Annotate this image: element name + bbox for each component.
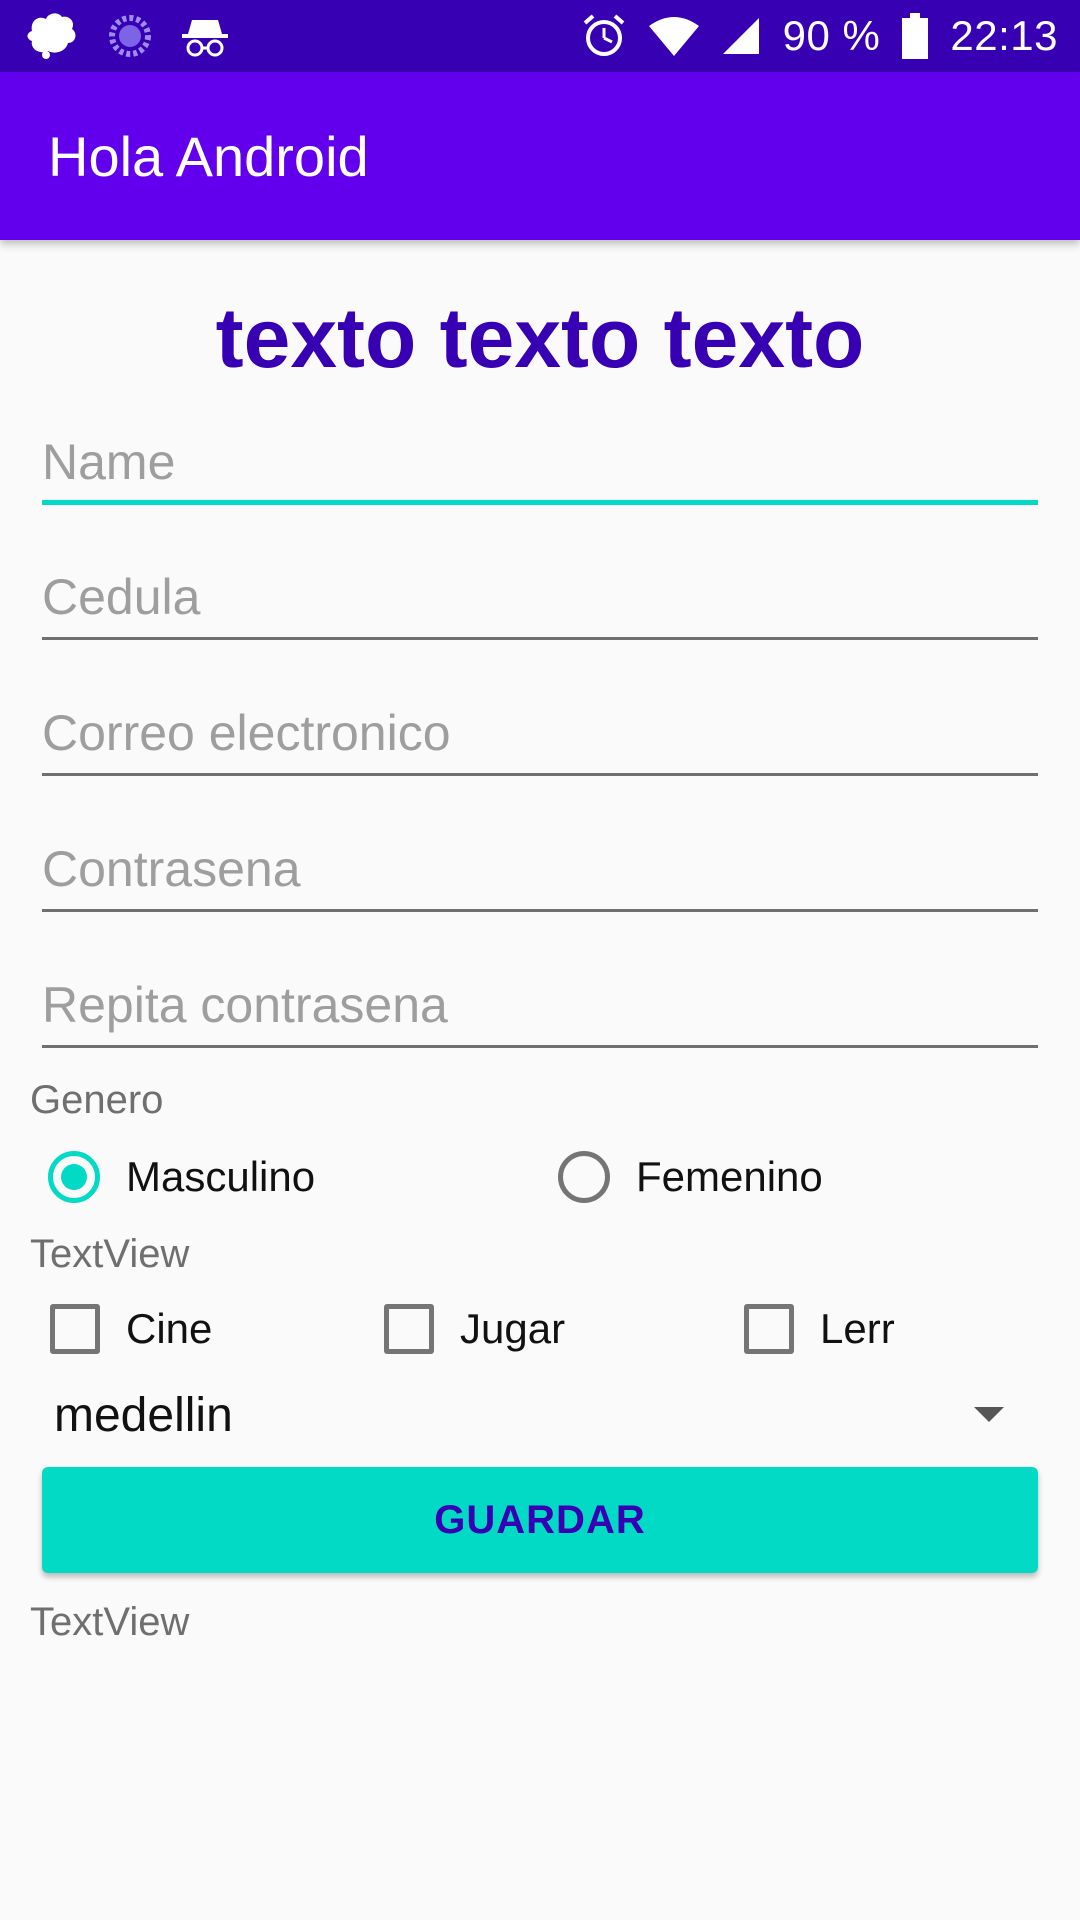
header-text: texto texto texto xyxy=(215,291,865,385)
status-left-icons xyxy=(24,10,230,62)
checkbox-jugar[interactable]: Jugar xyxy=(384,1294,565,1364)
repeat-password-field xyxy=(42,968,1038,1048)
password-underline xyxy=(42,909,1038,912)
gender-label: Genero xyxy=(30,1078,164,1122)
checkbox-lerr[interactable]: Lerr xyxy=(744,1294,895,1364)
status-right-icons: 90 % 22:13 xyxy=(581,0,1058,72)
checkbox-unchecked-icon xyxy=(744,1304,794,1354)
radio-unchecked-icon xyxy=(558,1151,610,1203)
radio-femenino-label: Femenino xyxy=(636,1153,823,1200)
name-input[interactable] xyxy=(42,425,1038,499)
battery-icon xyxy=(902,13,929,59)
app-bar: Hola Android xyxy=(0,72,1080,240)
battery-percentage: 90 % xyxy=(782,12,881,59)
email-underline xyxy=(42,773,1038,776)
app-title: Hola Android xyxy=(48,125,369,188)
checkbox-cine-label: Cine xyxy=(126,1305,213,1352)
checkbox-unchecked-icon xyxy=(384,1304,434,1354)
radio-masculino-label: Masculino xyxy=(126,1153,316,1200)
name-underline xyxy=(42,500,1038,505)
radio-checked-icon xyxy=(48,1151,100,1203)
city-spinner[interactable]: medellin xyxy=(54,1380,1014,1452)
repeat-password-input[interactable] xyxy=(42,968,1038,1042)
save-button[interactable]: GUARDAR xyxy=(42,1467,1038,1573)
loading-circle-icon xyxy=(108,14,152,58)
textview-top: TextView xyxy=(30,1232,190,1276)
cedula-field xyxy=(42,560,1038,640)
cedula-input[interactable] xyxy=(42,560,1038,634)
clock: 22:13 xyxy=(950,12,1058,59)
bird-icon xyxy=(24,11,80,61)
incognito-icon xyxy=(180,14,230,58)
dropdown-arrow-icon xyxy=(974,1407,1004,1422)
textview-bottom: TextView xyxy=(30,1600,190,1644)
email-input[interactable] xyxy=(42,696,1038,770)
spinner-selected-value: medellin xyxy=(54,1389,233,1442)
signal-icon xyxy=(721,16,761,56)
email-field xyxy=(42,696,1038,776)
checkbox-jugar-label: Jugar xyxy=(460,1305,566,1352)
radio-masculino[interactable]: Masculino xyxy=(48,1142,315,1212)
status-bar: 90 % 22:13 xyxy=(0,0,1080,72)
password-input[interactable] xyxy=(42,832,1038,906)
checkbox-lerr-label: Lerr xyxy=(820,1305,895,1352)
radio-femenino[interactable]: Femenino xyxy=(558,1142,823,1212)
checkbox-cine[interactable]: Cine xyxy=(50,1294,212,1364)
checkbox-unchecked-icon xyxy=(50,1304,100,1354)
name-field xyxy=(42,425,1038,505)
alarm-icon xyxy=(581,13,627,59)
repeat-password-underline xyxy=(42,1045,1038,1048)
cedula-underline xyxy=(42,637,1038,640)
wifi-icon xyxy=(648,16,699,56)
password-field xyxy=(42,832,1038,912)
